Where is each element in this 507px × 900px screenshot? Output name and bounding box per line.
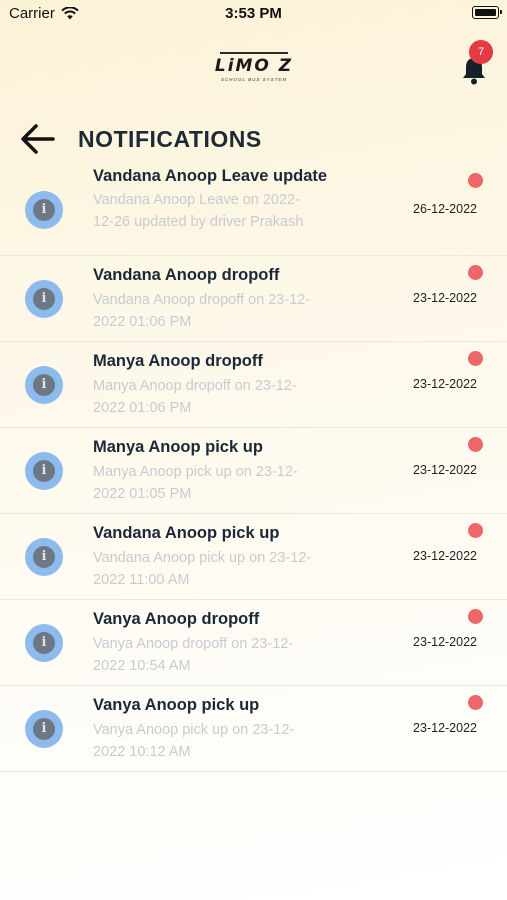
notification-title: Vanya Anoop dropoff (93, 610, 260, 628)
notification-title: Manya Anoop pick up (93, 438, 263, 456)
page-title: NOTIFICATIONS (78, 126, 262, 152)
notification-body: Vandana Anoop Leave on 2022-12-26 update… (93, 192, 304, 230)
info-icon[interactable]: i (25, 538, 63, 576)
info-icon[interactable]: i (25, 452, 63, 490)
notification-title: Vanya Anoop pick up (93, 696, 260, 714)
info-icon-glyph: i (33, 199, 55, 221)
notification-item[interactable]: i Vanya Anoop pick up Vanya Anoop pick u… (0, 686, 507, 772)
notification-item[interactable]: i Vandana Anoop dropoff Vandana Anoop dr… (0, 256, 507, 342)
notification-date: 23-12-2022 (413, 463, 477, 477)
unread-dot (468, 437, 483, 452)
unread-dot (468, 609, 483, 624)
notification-count-badge: 7 (469, 40, 493, 64)
info-icon-glyph: i (33, 288, 55, 310)
notification-item[interactable]: i Manya Anoop pick up Manya Anoop pick u… (0, 428, 507, 514)
back-arrow-icon[interactable] (20, 122, 56, 156)
notification-title: Vandana Anoop Leave update (93, 167, 328, 185)
notification-body: Vanya Anoop pick up on 23-12-2022 10:12 … (93, 722, 295, 760)
unread-dot (468, 351, 483, 366)
unread-dot (468, 173, 483, 188)
info-icon-glyph: i (33, 546, 55, 568)
notification-body: Vandana Anoop pick up on 23-12-2022 11:0… (93, 550, 312, 588)
unread-dot (468, 265, 483, 280)
logo-bar (220, 52, 288, 54)
notification-date: 23-12-2022 (413, 635, 477, 649)
status-time: 3:53 PM (225, 5, 282, 22)
notification-title: Vandana Anoop dropoff (93, 266, 280, 284)
battery-icon (472, 6, 502, 19)
notification-title: Manya Anoop dropoff (93, 352, 263, 370)
info-icon[interactable]: i (25, 191, 63, 229)
notification-date: 26-12-2022 (413, 202, 477, 216)
info-icon-glyph: i (33, 460, 55, 482)
notification-body: Vanya Anoop dropoff on 23-12-2022 10:54 … (93, 636, 294, 674)
info-icon-glyph: i (33, 718, 55, 740)
logo-tagline: SCHOOL BUS SYSTEM (220, 77, 288, 82)
notification-item[interactable]: i Manya Anoop dropoff Manya Anoop dropof… (0, 342, 507, 428)
notification-list: i Vandana Anoop Leave update Vandana Ano… (0, 163, 507, 772)
info-icon[interactable]: i (25, 280, 63, 318)
app-logo: LiMO Z SCHOOL BUS SYSTEM (213, 48, 295, 94)
notification-body: Manya Anoop dropoff on 23-12-2022 01:06 … (93, 378, 297, 416)
notification-body: Manya Anoop pick up on 23-12-2022 01:05 … (93, 464, 298, 502)
info-icon[interactable]: i (25, 624, 63, 662)
notification-date: 23-12-2022 (413, 291, 477, 305)
status-bar: Carrier 3:53 PM (0, 0, 507, 28)
unread-dot (468, 523, 483, 538)
notification-date: 23-12-2022 (413, 377, 477, 391)
notification-item[interactable]: i Vandana Anoop pick up Vandana Anoop pi… (0, 514, 507, 600)
notification-item[interactable]: i Vanya Anoop dropoff Vanya Anoop dropof… (0, 600, 507, 686)
info-icon-glyph: i (33, 632, 55, 654)
notification-item[interactable]: i Vandana Anoop Leave update Vandana Ano… (0, 163, 507, 256)
info-icon-glyph: i (33, 374, 55, 396)
info-icon[interactable]: i (25, 366, 63, 404)
unread-dot (468, 695, 483, 710)
notification-title: Vandana Anoop pick up (93, 524, 280, 542)
notification-date: 23-12-2022 (413, 721, 477, 735)
notification-date: 23-12-2022 (413, 549, 477, 563)
notification-body: Vandana Anoop dropoff on 23-12-2022 01:0… (93, 292, 311, 330)
info-icon[interactable]: i (25, 710, 63, 748)
logo-text: LiMO Z (214, 56, 294, 76)
